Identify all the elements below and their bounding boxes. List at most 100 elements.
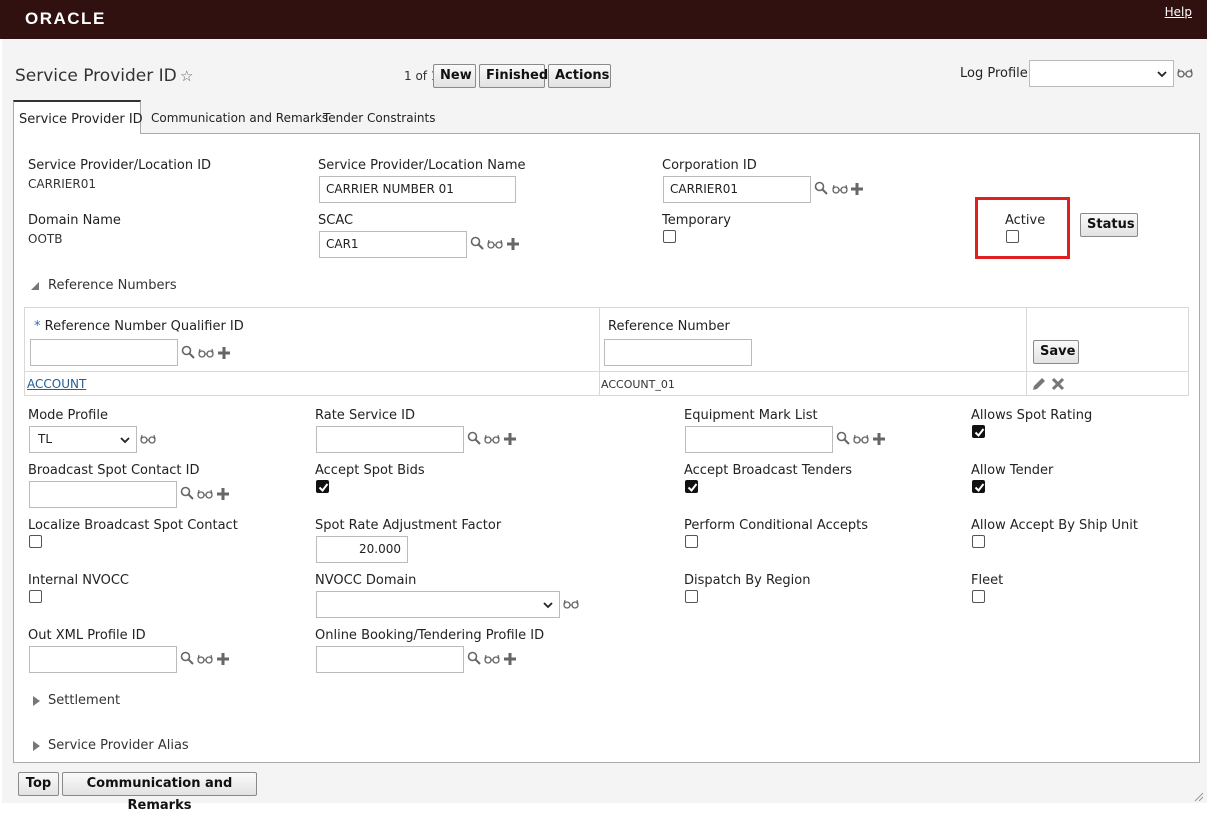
edit-pencil-icon[interactable] (1031, 376, 1047, 392)
column-divider (1026, 308, 1027, 396)
fleet-label: Fleet (971, 573, 1004, 588)
resize-grip-icon[interactable] (1192, 790, 1204, 802)
search-icon[interactable] (467, 651, 481, 665)
add-icon[interactable] (850, 182, 864, 196)
view-glasses-icon[interactable] (563, 599, 579, 609)
help-link[interactable]: Help (1165, 5, 1192, 19)
broadcast-spot-contact-id-label: Broadcast Spot Contact ID (28, 463, 200, 478)
rate-service-id-label: Rate Service ID (315, 408, 415, 423)
settlement-toggle[interactable]: Settlement (48, 693, 120, 708)
log-profile-label: Log Profile (960, 66, 1028, 81)
view-glasses-icon[interactable] (484, 654, 500, 664)
scac-input[interactable]: CAR1 (319, 231, 467, 258)
allow-tender-checkbox[interactable] (972, 480, 985, 493)
new-button[interactable]: New (433, 64, 476, 88)
sp-location-name-input[interactable]: CARRIER NUMBER 01 (319, 176, 516, 203)
view-glasses-icon[interactable] (853, 434, 869, 444)
check-icon (687, 483, 698, 493)
reference-numbers-toggle[interactable]: Reference Numbers (48, 278, 177, 293)
temporary-checkbox[interactable] (663, 230, 676, 243)
add-icon[interactable] (217, 346, 231, 360)
accept-spot-bids-checkbox[interactable] (316, 480, 329, 493)
view-glasses-icon[interactable] (832, 184, 848, 194)
perform-conditional-accepts-checkbox[interactable] (685, 535, 698, 548)
equipment-mark-list-label: Equipment Mark List (684, 408, 818, 423)
broadcast-spot-contact-id-input[interactable] (29, 481, 177, 508)
qualifier-header: * Reference Number Qualifier ID (34, 319, 244, 334)
view-glasses-icon[interactable] (197, 489, 213, 499)
service-provider-alias-toggle[interactable]: Service Provider Alias (48, 738, 189, 753)
dispatch-by-region-label: Dispatch By Region (684, 573, 811, 588)
out-xml-profile-id-input[interactable] (29, 646, 177, 673)
allows-spot-rating-label: Allows Spot Rating (971, 408, 1093, 423)
tab-service-provider-id[interactable]: Service Provider ID (13, 100, 143, 134)
add-icon[interactable] (506, 237, 520, 251)
equipment-mark-list-input[interactable] (685, 426, 833, 453)
search-icon[interactable] (180, 651, 194, 665)
allows-spot-rating-checkbox[interactable] (972, 425, 985, 438)
status-button[interactable]: Status (1080, 213, 1138, 237)
favorite-star-icon[interactable]: ☆ (180, 67, 193, 85)
online-booking-profile-id-label: Online Booking/Tendering Profile ID (315, 628, 545, 643)
online-booking-profile-id-input[interactable] (316, 646, 464, 673)
check-icon (318, 483, 329, 493)
internal-nvocc-checkbox[interactable] (29, 590, 42, 603)
domain-name-value: OOTB (28, 232, 63, 246)
log-profile-select[interactable] (1029, 60, 1174, 87)
view-glasses-icon[interactable] (197, 654, 213, 664)
reference-qualifier-link[interactable]: ACCOUNT (27, 377, 86, 391)
view-glasses-icon[interactable] (484, 434, 500, 444)
delete-x-icon[interactable] (1050, 376, 1066, 392)
localize-broadcast-spot-contact-checkbox[interactable] (29, 535, 42, 548)
reference-number-input[interactable] (604, 339, 752, 366)
chevron-down-icon (1157, 71, 1167, 78)
finished-button[interactable]: Finished (479, 64, 548, 88)
top-button[interactable]: Top (18, 772, 59, 796)
add-icon[interactable] (503, 652, 517, 666)
qualifier-id-input[interactable] (30, 339, 178, 366)
view-glasses-icon[interactable] (1177, 68, 1193, 78)
add-icon[interactable] (216, 652, 230, 666)
communication-and-remarks-button[interactable]: Communication and Remarks (62, 772, 257, 813)
actions-button[interactable]: Actions (548, 64, 611, 88)
search-icon[interactable] (467, 431, 481, 445)
collapse-triangle-icon[interactable] (30, 281, 40, 291)
page-title: Service Provider ID (15, 66, 177, 86)
column-divider (599, 308, 600, 396)
nvocc-domain-select[interactable] (316, 591, 560, 618)
expand-triangle-icon[interactable] (32, 740, 41, 752)
search-icon[interactable] (180, 486, 194, 500)
reference-number-header: Reference Number (608, 319, 730, 334)
accept-spot-bids-label: Accept Spot Bids (315, 463, 425, 478)
dispatch-by-region-checkbox[interactable] (685, 590, 698, 603)
add-icon[interactable] (872, 432, 886, 446)
expand-triangle-icon[interactable] (32, 695, 41, 707)
check-icon (974, 483, 985, 493)
corporation-id-label: Corporation ID (662, 158, 757, 173)
domain-name-label: Domain Name (28, 213, 121, 228)
add-icon[interactable] (216, 487, 230, 501)
rate-service-id-input[interactable] (316, 426, 464, 453)
search-icon[interactable] (181, 345, 195, 359)
allow-accept-by-ship-unit-checkbox[interactable] (972, 535, 985, 548)
save-button[interactable]: Save (1033, 340, 1079, 364)
active-checkbox[interactable] (1006, 230, 1019, 243)
mode-profile-select[interactable]: TL (29, 426, 137, 453)
corporation-id-input[interactable]: CARRIER01 (663, 176, 811, 203)
tab-tender-constraints[interactable]: Tender Constraints (323, 100, 436, 134)
accept-broadcast-tenders-label: Accept Broadcast Tenders (684, 463, 853, 478)
chevron-down-icon (543, 602, 553, 609)
add-icon[interactable] (503, 432, 517, 446)
mode-profile-label: Mode Profile (28, 408, 108, 423)
view-glasses-icon[interactable] (487, 239, 503, 249)
top-bar: ORACLE Help (0, 0, 1207, 39)
tab-communication-and-remarks[interactable]: Communication and Remarks (151, 100, 328, 134)
search-icon[interactable] (470, 236, 484, 250)
accept-broadcast-tenders-checkbox[interactable] (685, 480, 698, 493)
spot-rate-adjustment-factor-input[interactable]: 20.000 (316, 536, 408, 563)
search-icon[interactable] (814, 181, 828, 195)
search-icon[interactable] (836, 431, 850, 445)
fleet-checkbox[interactable] (972, 590, 985, 603)
view-glasses-icon[interactable] (198, 348, 214, 358)
view-glasses-icon[interactable] (140, 434, 156, 444)
